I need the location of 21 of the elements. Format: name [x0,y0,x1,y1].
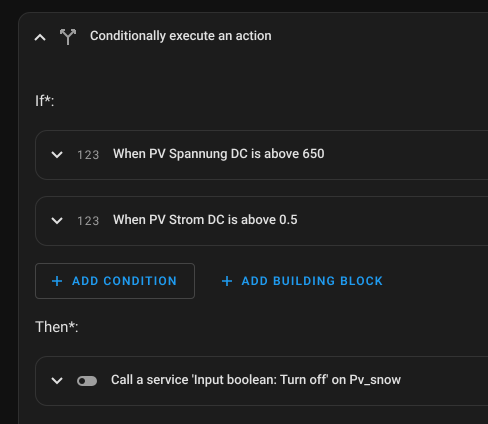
row-title: When PV Spannung DC is above 650 [113,146,325,164]
add-button[interactable]: ADD CONDITION [35,263,195,299]
numeric-icon: 123 [77,146,99,164]
add-button[interactable]: ADD BUILDING BLOCK [204,263,401,299]
section-label: Then*: [35,317,79,337]
plus-icon [222,276,232,286]
branch-icon [60,29,76,45]
plus-icon [52,276,62,286]
section-label: If*: [35,91,54,111]
collapsed-card[interactable]: 123 When PV Spannung DC is above 650 [35,130,488,180]
numeric-icon: 123 [77,212,99,230]
block-title: Conditionally execute an action [90,28,272,46]
row-title: When PV Strom DC is above 0.5 [113,212,298,230]
toggle-icon [77,376,97,386]
chevron-down-icon[interactable] [51,377,63,385]
chevron-down-icon[interactable] [51,151,63,159]
collapsed-card[interactable]: 123 When PV Strom DC is above 0.5 [35,196,488,246]
chevron-down-icon[interactable] [51,217,63,225]
row-title: Call a service 'Input boolean: Turn off' on Pv_snow [111,372,402,390]
chevron-up-icon[interactable] [34,33,46,41]
collapsed-card[interactable]: Call a service 'Input boolean: Turn off' on Pv_snow [35,356,488,406]
